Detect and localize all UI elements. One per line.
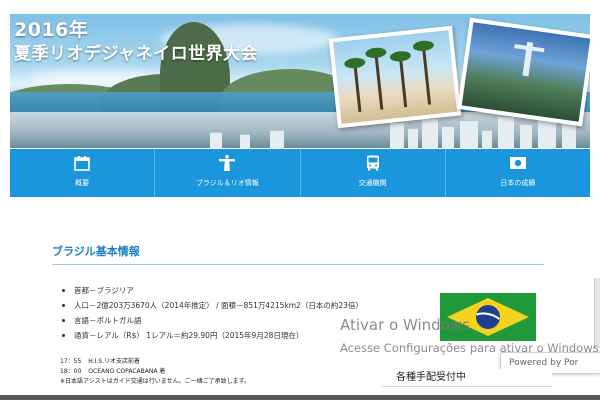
- section-divider: [52, 264, 544, 265]
- taskbar-edge: [0, 395, 600, 400]
- japan-flag-icon: [509, 157, 526, 169]
- nav-item-brazil-rio[interactable]: ブラジル＆リオ情報: [155, 149, 301, 197]
- main-nav: 概要 ブラジル＆リオ情報 交通機関 日本の成績: [10, 149, 590, 197]
- christ-statue-icon: [219, 155, 236, 171]
- page: 2016年 夏季リオデジャネイロ世界大会 概要 ブラジル＆リオ情報 交通機関 日…: [0, 0, 600, 400]
- bus-icon: [366, 155, 379, 171]
- section-title: ブラジル基本情報: [52, 245, 140, 258]
- schedule-row: 18：00 OCEANO COPACABANA 着: [60, 367, 250, 377]
- nav-label-transport: 交通機関: [358, 179, 387, 187]
- nav-item-transport[interactable]: 交通機関: [301, 149, 446, 197]
- nav-item-japan-results[interactable]: 日本の成績: [446, 149, 590, 197]
- list-item: 首都－ブラジリア: [62, 283, 363, 298]
- reception-tab[interactable]: 各種手配受付中: [382, 369, 552, 387]
- schedule-time: 17：55: [60, 358, 82, 365]
- nav-item-overview[interactable]: 概要: [10, 149, 156, 197]
- hero-banner: 2016年 夏季リオデジャネイロ世界大会: [10, 14, 590, 148]
- beach-photo: [328, 25, 462, 129]
- hero-title-event: 夏季リオデジャネイロ世界大会: [14, 44, 259, 64]
- schedule-text: H.I.S.リオ支店前着: [88, 358, 140, 365]
- list-item: 人口－2億203万3670人（2014年推定） / 面積－851万4215km2…: [62, 298, 363, 313]
- schedule-time: 18：00: [60, 368, 82, 375]
- christ-redeemer-photo: [457, 17, 590, 127]
- list-item: 言語－ポルトガル語: [62, 313, 363, 328]
- schedule-note: ※日本語アシストはガイド交通は行いません。ご一緒ご了承致します。: [60, 378, 251, 385]
- calendar-icon: [74, 156, 90, 171]
- nav-label-brazil-rio: ブラジル＆リオ情報: [195, 179, 259, 187]
- hero-title-year: 2016年: [14, 19, 89, 41]
- nav-label-overview: 概要: [75, 179, 90, 187]
- list-item: 通貨－レアル（R$） 1レアル＝約29.90円（2015年9月28日現在）: [62, 328, 363, 343]
- nav-label-japan-results: 日本の成績: [500, 179, 536, 187]
- schedule-row: 17：55 H.I.S.リオ支店前着: [60, 357, 250, 367]
- schedule-block: 17：55 H.I.S.リオ支店前着 18：00 OCEANO COPACABANA…: [60, 357, 250, 387]
- brazil-flag-image: [440, 293, 536, 341]
- hero-title: 2016年 夏季リオデジャネイロ世界大会: [14, 19, 258, 67]
- brazil-info-list: 首都－ブラジリア 人口－2億203万3670人（2014年推定） / 面積－85…: [62, 283, 363, 343]
- schedule-text: OCEANO COPACABANA 着: [88, 368, 166, 375]
- side-scroll-tab[interactable]: [594, 278, 600, 348]
